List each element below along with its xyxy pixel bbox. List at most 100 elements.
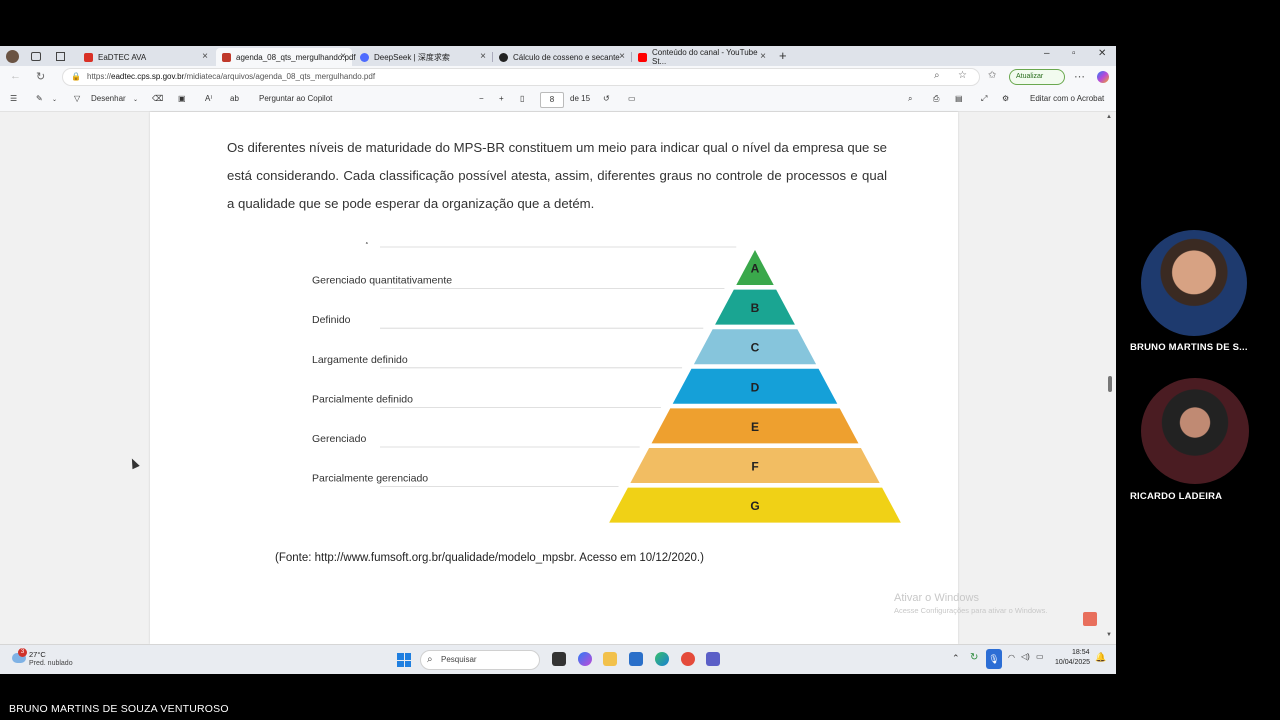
- sync-icon[interactable]: ↻: [970, 652, 978, 663]
- tab-deepseek[interactable]: DeepSeek | 深度求索 ×: [354, 48, 492, 66]
- fit-page-icon[interactable]: ▯: [520, 94, 524, 103]
- close-tab-icon[interactable]: ×: [619, 51, 625, 62]
- scroll-down-icon[interactable]: ▼: [1106, 632, 1112, 638]
- windows-start-icon[interactable]: [397, 653, 411, 667]
- page-total: de 15: [570, 94, 591, 103]
- pdf-page: Os diferentes níveis de maturidade do MP…: [150, 112, 958, 644]
- text-box-icon[interactable]: ▣: [178, 94, 186, 103]
- save-icon[interactable]: ▤: [955, 94, 963, 103]
- minimize-icon[interactable]: –: [1044, 48, 1050, 59]
- scroll-up-icon[interactable]: ▲: [1106, 114, 1112, 120]
- teams-icon[interactable]: [706, 652, 720, 666]
- volume-icon[interactable]: ◁): [1021, 652, 1030, 661]
- file-explorer-icon[interactable]: [603, 652, 617, 666]
- pyramid-letter: G: [750, 499, 759, 513]
- favorites-icon[interactable]: ✩: [988, 70, 996, 81]
- source-citation: (Fonte: http://www.fumsoft.org.br/qualid…: [275, 552, 704, 564]
- chevron-down-icon[interactable]: ⌄: [52, 96, 57, 103]
- reload-icon[interactable]: ↻: [36, 70, 45, 83]
- back-icon[interactable]: ←: [10, 70, 21, 82]
- search-icon[interactable]: ⌕: [908, 94, 912, 104]
- zoom-icon[interactable]: ⌕: [934, 70, 940, 81]
- page-view-icon[interactable]: ▭: [628, 94, 636, 103]
- taskbar-search[interactable]: ⌕ Pesquisar: [420, 650, 540, 670]
- fullscreen-icon[interactable]: ⤢: [981, 94, 987, 104]
- update-button[interactable]: Atualizar: [1009, 69, 1065, 85]
- tab-eadtec[interactable]: EaDTEC AVA ×: [78, 48, 214, 66]
- close-tab-icon[interactable]: ×: [760, 51, 766, 62]
- mouse-cursor-icon: [128, 456, 140, 470]
- page-current: 8: [549, 95, 555, 104]
- workspaces-icon[interactable]: [31, 52, 41, 61]
- task-view-icon[interactable]: [552, 652, 566, 666]
- battery-icon[interactable]: ▭: [1036, 652, 1044, 661]
- windows-activation-watermark: Ativar o Windows Acesse Configurações pa…: [894, 592, 1047, 615]
- copilot-app-icon[interactable]: [578, 652, 592, 666]
- watermark-title: Ativar o Windows: [894, 592, 979, 604]
- highlight-icon[interactable]: ✎: [36, 94, 43, 103]
- pdf-toolbar: ☰ ✎ ⌄ ▽ Desenhar ⌄ ⌫ ▣ A⁾ ab Perguntar a…: [0, 88, 1116, 112]
- tab-bar: EaDTEC AVA × agenda_08_qts_mergulhando.p…: [0, 46, 1116, 66]
- read-aloud-icon[interactable]: A⁾: [205, 94, 212, 103]
- scroll-thumb[interactable]: [1108, 376, 1112, 392]
- close-tab-icon[interactable]: ×: [202, 51, 208, 62]
- edit-acrobat-button[interactable]: Editar com o Acrobat: [1030, 94, 1104, 103]
- chevron-up-icon[interactable]: ⌃: [952, 653, 960, 664]
- profile-avatar[interactable]: [6, 50, 19, 63]
- body-paragraph: Os diferentes níveis de maturidade do MP…: [227, 140, 887, 211]
- microphone-icon[interactable]: 🎙: [986, 649, 1002, 669]
- new-tab-icon[interactable]: +: [779, 48, 787, 63]
- tab-actions-icon[interactable]: [56, 52, 65, 61]
- contents-icon[interactable]: ☰: [10, 94, 17, 103]
- address-bar[interactable]: 🔒 https://eadtec.cps.sp.gov.br/midiateca…: [62, 68, 980, 86]
- close-tab-icon[interactable]: ×: [340, 51, 346, 62]
- pyramid-label: Parcialmente definido: [312, 393, 413, 405]
- favorite-star-icon[interactable]: ☆: [958, 70, 967, 81]
- tab-label: agenda_08_qts_mergulhando.pdf: [236, 52, 356, 62]
- vertical-scrollbar[interactable]: ▲ ▼: [1104, 112, 1116, 644]
- zoom-in-icon[interactable]: +: [499, 94, 504, 103]
- tab-youtube[interactable]: Conteúdo do canal - YouTube St... ×: [632, 48, 772, 66]
- eraser-icon[interactable]: ⌫: [152, 94, 163, 103]
- store-icon[interactable]: [629, 652, 643, 666]
- acrobat-icon[interactable]: [1083, 612, 1097, 626]
- settings-gear-icon[interactable]: ⚙: [1002, 94, 1009, 103]
- tab-label: EaDTEC AVA: [98, 52, 147, 62]
- weather-temp[interactable]: 27°C: [29, 650, 46, 659]
- url-path: /midiateca/arquivos/agenda_08_qts_mergul…: [184, 72, 376, 81]
- address-row: ← ↻ 🔒 https://eadtec.cps.sp.gov.br/midia…: [0, 66, 1116, 88]
- close-tab-icon[interactable]: ×: [480, 51, 486, 62]
- draw-icon[interactable]: ▽: [74, 94, 80, 103]
- participant1-video[interactable]: [1141, 230, 1247, 336]
- chevron-down-icon[interactable]: ⌄: [133, 96, 138, 103]
- pyramid-label: Gerenciado: [312, 433, 366, 445]
- more-icon[interactable]: ⋯: [1074, 70, 1085, 83]
- rotate-icon[interactable]: ↺: [603, 94, 610, 103]
- tab-label: Conteúdo do canal - YouTube St...: [652, 48, 758, 66]
- tab-pdf[interactable]: agenda_08_qts_mergulhando.pdf ×: [216, 48, 356, 66]
- edge-icon[interactable]: [655, 652, 669, 666]
- eadtec-favicon-icon: [84, 52, 93, 62]
- copilot-ask-button[interactable]: Perguntar ao Copilot: [259, 94, 332, 103]
- clock-date[interactable]: 10/04/2025: [1055, 659, 1090, 666]
- pyramid-letter: C: [751, 341, 760, 355]
- clock-time[interactable]: 18:54: [1072, 649, 1090, 656]
- page-number-input[interactable]: 8: [540, 92, 564, 108]
- office-icon[interactable]: [681, 652, 695, 666]
- print-icon[interactable]: ⎙: [933, 94, 939, 104]
- document-viewport[interactable]: Os diferentes níveis de maturidade do MP…: [0, 112, 1116, 644]
- windows-taskbar: 3 27°C Pred. nublado ⌕ Pesquisar ⌃ ↻ 🎙 ◠…: [0, 644, 1116, 674]
- pyramid-label: Definido: [312, 314, 351, 326]
- notifications-icon[interactable]: 🔔: [1095, 652, 1106, 663]
- copilot-icon[interactable]: [1097, 71, 1109, 83]
- draw-button[interactable]: Desenhar: [91, 94, 126, 103]
- url-host: eadtec.cps.sp.gov.br: [111, 72, 185, 81]
- wifi-icon[interactable]: ◠: [1008, 653, 1015, 662]
- zoom-out-icon[interactable]: −: [479, 94, 484, 103]
- participant2-video[interactable]: [1141, 378, 1249, 484]
- translate-icon[interactable]: ab: [230, 94, 239, 103]
- close-window-icon[interactable]: ✕: [1098, 48, 1106, 59]
- tab-calculo[interactable]: Cálculo de cosseno e secante ×: [493, 48, 631, 66]
- weather-desc: Pred. nublado: [29, 660, 73, 667]
- restore-icon[interactable]: ▫: [1072, 48, 1076, 59]
